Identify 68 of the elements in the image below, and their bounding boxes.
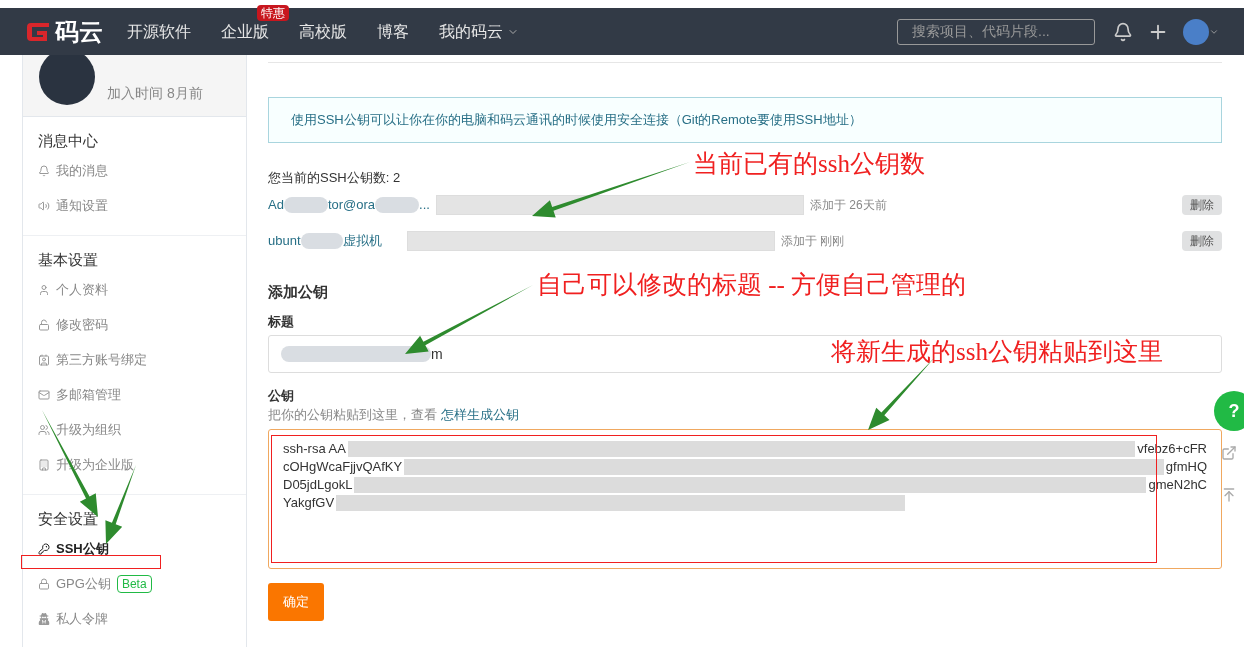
key-title: ... <box>419 196 430 215</box>
key-text: YakgfGV <box>283 494 335 512</box>
key-text: cOHgWcaFjjvQAfKY <box>283 458 403 476</box>
help-link[interactable]: 怎样生成公钥 <box>441 405 519 425</box>
beta-badge: Beta <box>116 574 152 593</box>
item-icon <box>38 458 50 471</box>
section-title: 基本设置 <box>38 249 98 270</box>
nav-link[interactable]: 开源软件 <box>127 19 191 44</box>
delete-button[interactable]: 删除 <box>1182 195 1222 215</box>
annotation-text: 将新生成的ssh公钥粘贴到这里 <box>831 337 1163 367</box>
item-icon <box>38 577 50 590</box>
nav-link[interactable]: 高校版 <box>299 19 347 44</box>
key-title: 虚拟机 <box>342 232 382 251</box>
key-text: ssh-rsa AA <box>283 440 346 458</box>
sidebar-item[interactable]: GPG公钥 Beta <box>23 566 246 601</box>
item-icon <box>38 318 50 331</box>
sidebar-item[interactable]: 个人资料 <box>23 272 246 307</box>
key-text: gfmHQ <box>1165 458 1207 476</box>
sidebar-item[interactable]: 第三方账号绑定 <box>23 342 246 377</box>
item-icon <box>38 423 50 436</box>
sidebar-item[interactable]: 我的消息 <box>23 153 246 188</box>
redacted-block <box>375 197 420 213</box>
item-icon <box>38 283 50 296</box>
search-field[interactable]: 搜索项目、代码片段... <box>897 18 1095 45</box>
annotation-text: 自己可以修改的标题 -- 方便自己管理的 <box>537 270 967 300</box>
field-label: 公钥 <box>268 387 294 406</box>
notification-icon[interactable] <box>1113 21 1133 42</box>
promo-badge: 特惠 <box>257 4 289 21</box>
delete-button[interactable]: 删除 <box>1182 231 1222 251</box>
nav-link[interactable]: 企业版 <box>221 19 269 44</box>
share-icon[interactable] <box>1221 445 1237 461</box>
added-time: 添加于 26天前 <box>810 197 887 214</box>
nav-link[interactable]: 博客 <box>377 19 409 44</box>
join-time: 加入时间 8月前 <box>107 85 203 101</box>
key-title: ubunt <box>268 232 301 251</box>
section-title: 安全设置 <box>38 508 98 529</box>
sidebar-item[interactable]: 修改密码 <box>23 307 246 342</box>
added-time: 添加于 刚刚 <box>781 233 845 250</box>
avatar[interactable] <box>1183 18 1209 45</box>
logo-text: 码云 <box>55 16 103 47</box>
hint-text: 把你的公钥粘贴到这里，查看 <box>268 406 437 425</box>
help-button[interactable]: ? <box>1214 391 1244 431</box>
item-icon <box>38 388 50 401</box>
key-title: Ad <box>268 196 284 215</box>
annotation-text: 当前已有的ssh公钥数 <box>693 149 925 179</box>
redacted-block <box>283 197 328 213</box>
section-title: 消息中心 <box>38 130 98 151</box>
sidebar-item[interactable]: 通知设置 <box>23 188 246 223</box>
field-label: 标题 <box>268 313 294 332</box>
logo-icon <box>25 20 51 43</box>
redacted-block <box>300 233 343 249</box>
item-icon <box>38 612 50 625</box>
item-icon <box>38 353 50 366</box>
info-notice: 使用SSH公钥可以让你在你的电脑和码云通讯的时候使用安全连接（Git的Remote要使用SSH地址） <box>268 97 1222 143</box>
sidebar-item[interactable]: 升级为组织 <box>23 412 246 447</box>
key-count: 您当前的SSH公钥数: 2 <box>268 169 401 188</box>
item-icon <box>38 164 50 177</box>
item-icon <box>38 199 50 212</box>
sidebar-item[interactable]: 私人令牌 <box>23 601 246 636</box>
sidebar-item[interactable]: SSH公钥 <box>23 531 246 566</box>
back-to-top-icon[interactable] <box>1221 487 1237 503</box>
form-heading: 添加公钥 <box>268 281 328 302</box>
confirm-button[interactable]: 确定 <box>268 583 324 621</box>
item-icon <box>38 542 50 555</box>
nav-link[interactable]: 我的码云 <box>439 19 503 44</box>
key-text: D05jdLgokL <box>283 476 353 494</box>
sidebar-item[interactable]: 多邮箱管理 <box>23 377 246 412</box>
key-title: tor@ora <box>327 196 376 215</box>
